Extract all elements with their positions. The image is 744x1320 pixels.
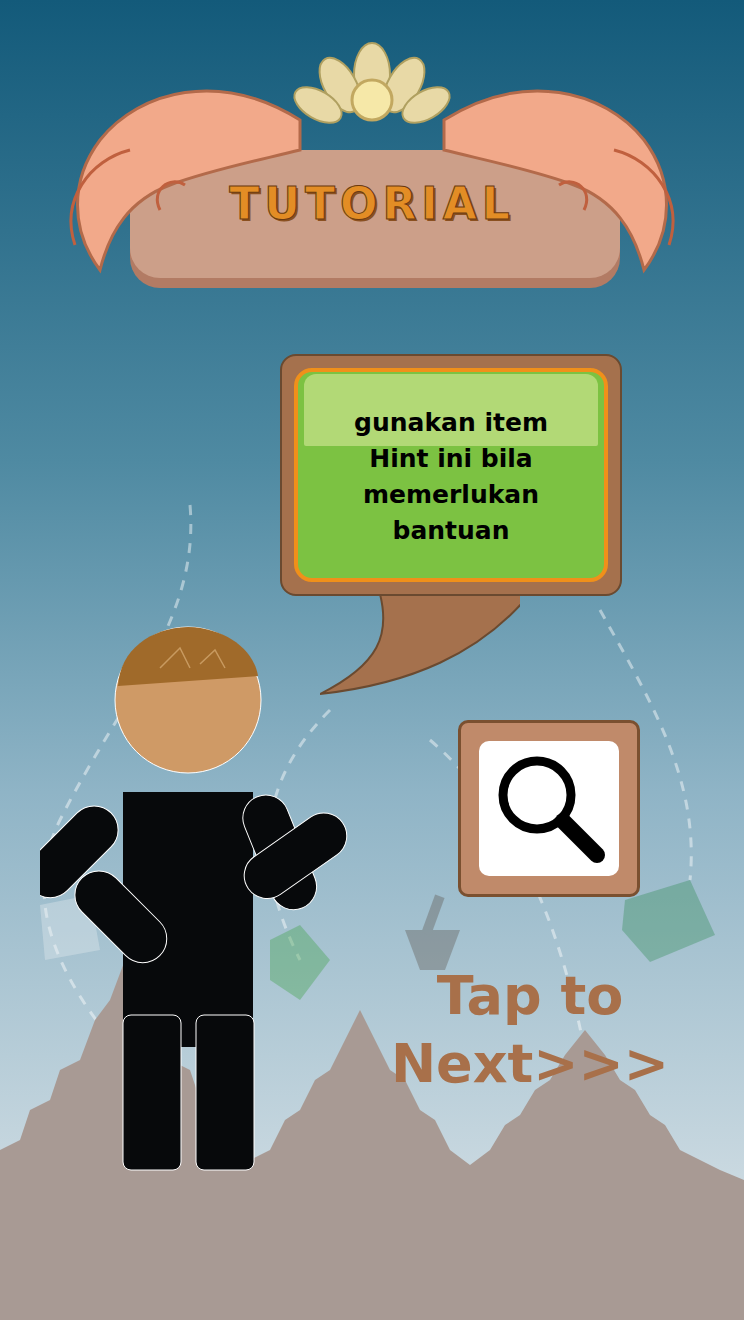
speech-bubble: gunakan itemHint ini bilamemerlukanbantu…	[280, 354, 622, 596]
tutorial-screen[interactable]: TUTORIAL gunakan itemHint ini bilamemerlu…	[0, 0, 744, 1320]
speech-tail	[320, 594, 520, 704]
title-banner: TUTORIAL	[0, 0, 744, 300]
title-text: TUTORIAL	[0, 178, 744, 229]
character-figure	[40, 620, 380, 1180]
banner-plaque	[0, 0, 744, 300]
dialog-text: gunakan itemHint ini bilamemerlukanbantu…	[344, 377, 558, 573]
magnifier-icon	[489, 749, 609, 869]
hint-button[interactable]	[458, 720, 640, 897]
tap-to-next[interactable]: Tap toNext>>>	[380, 962, 680, 1098]
temple-silhouette	[0, 960, 744, 1320]
